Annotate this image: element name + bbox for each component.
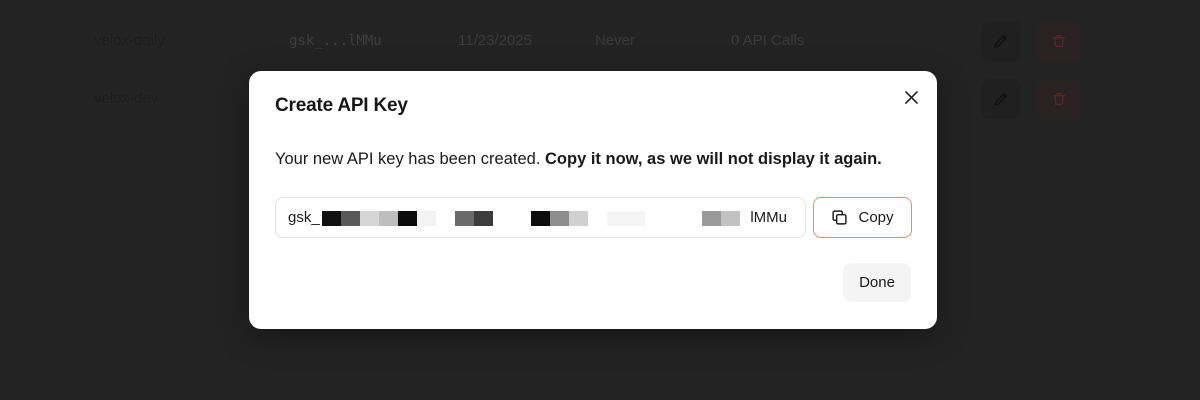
key-name: velox-dev [94,90,159,107]
key-name: velox-daily [94,32,165,49]
dialog-title: Create API Key [275,95,408,116]
copy-icon [832,210,848,225]
trash-icon [1053,93,1065,105]
edit-button[interactable] [981,21,1021,61]
key-masked: gsk_...lMMu [289,33,382,49]
page: velox-daily gsk_...lMMu 11/23/2025 Never… [0,0,1200,400]
created-date: 11/23/2025 [458,32,532,49]
last-used: Never [595,32,636,49]
delete-button[interactable] [1037,79,1081,119]
pencil-icon [994,93,1007,106]
delete-button[interactable] [1037,21,1081,61]
done-button[interactable]: Done [843,263,911,302]
close-icon [904,90,918,104]
copy-button[interactable]: Copy [813,197,912,238]
api-key-field[interactable]: gsk_ lMMu [275,197,806,238]
close-button[interactable] [899,85,923,109]
copy-label: Copy [858,209,894,226]
redacted-key-mosaic [702,211,740,226]
table-row: velox-daily gsk_...lMMu 11/23/2025 Never… [0,12,1200,70]
dialog-message: Your new API key has been created. Copy … [275,150,882,169]
usage-count: 0 API Calls [731,32,805,49]
api-key-suffix: lMMu [750,209,787,226]
edit-button[interactable] [981,79,1021,119]
api-key-prefix: gsk_ [288,209,320,226]
pencil-icon [994,35,1007,48]
create-api-key-dialog: Create API Key Your new API key has been… [249,71,937,329]
trash-icon [1053,35,1065,47]
redacted-key-mosaic [322,211,712,226]
message-text: Your new API key has been created. [275,150,545,168]
message-warning: Copy it now, as we will not display it a… [545,150,882,168]
